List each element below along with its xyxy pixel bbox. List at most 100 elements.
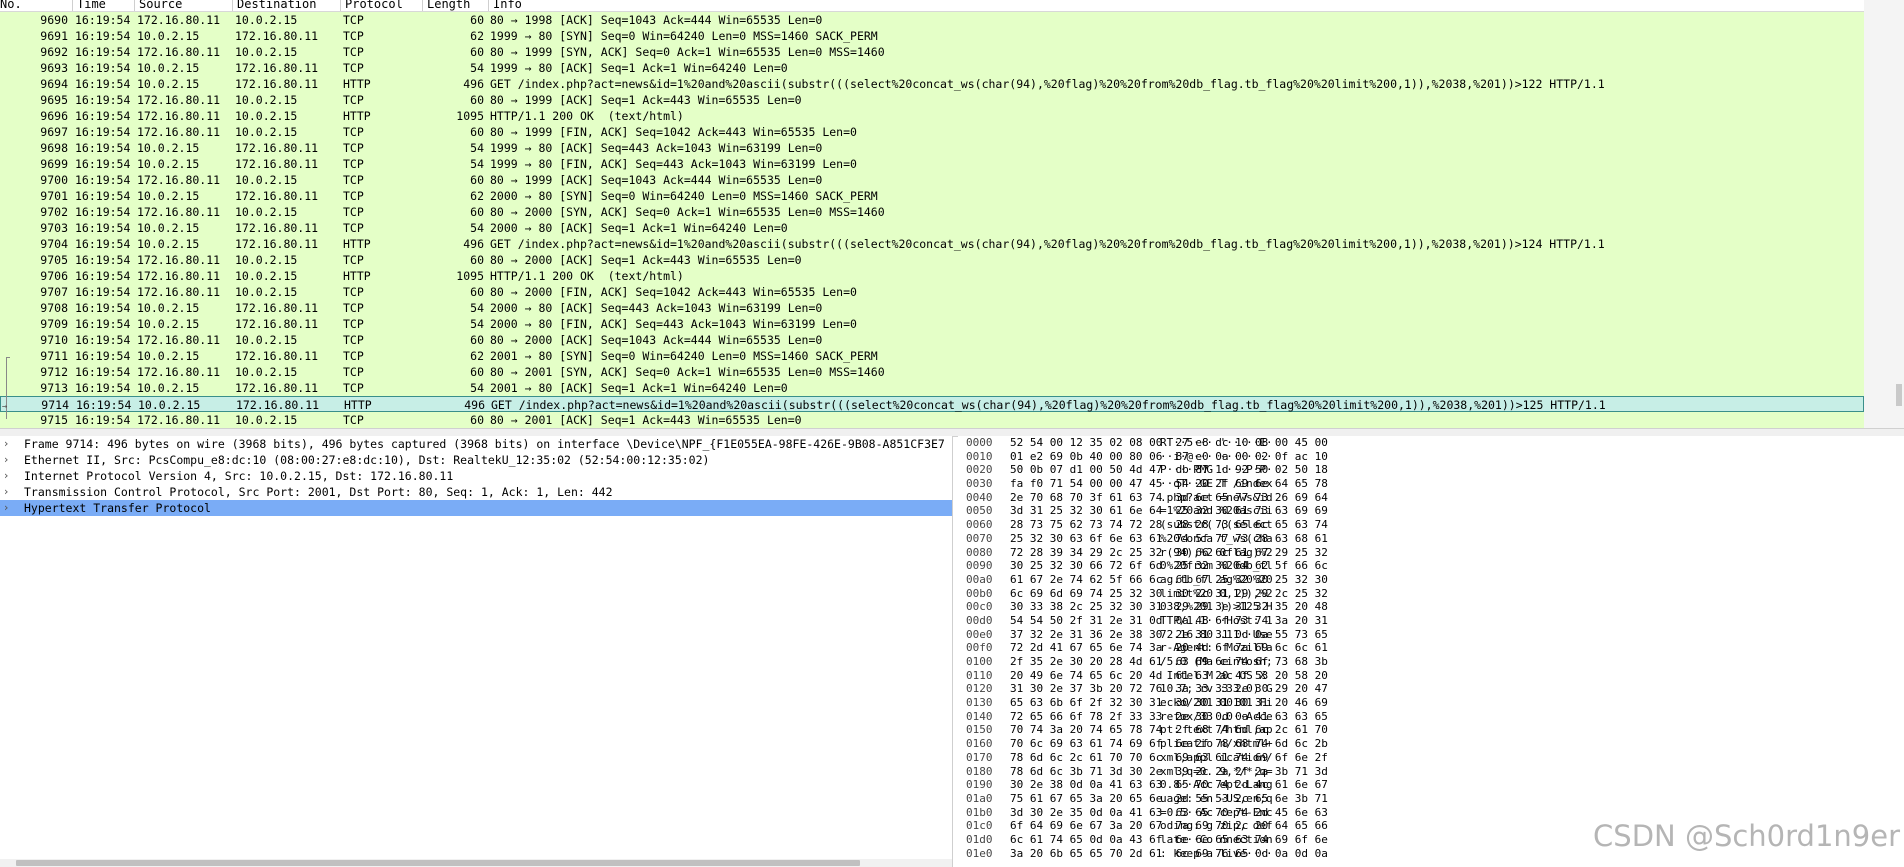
packet-no: 9692: [40, 45, 68, 59]
packet-details-pane[interactable]: › Frame 9714: 496 bytes on wire (3968 bit…: [0, 436, 953, 867]
packet-length: 54: [470, 157, 484, 171]
bytes-row[interactable]: 0050 3d 31 25 32 30 61 6e 64 25 32 30 61 …: [958, 504, 1904, 518]
bytes-row[interactable]: 00e0 37 32 2e 31 36 2e 38 30 2e 31 31 0d …: [958, 628, 1904, 642]
detail-row[interactable]: › Frame 9714: 496 bytes on wire (3968 bit…: [0, 436, 952, 452]
packet-list-pane[interactable]: No. Time Source Destination Protocol Len…: [0, 0, 1904, 428]
chevron-right-icon[interactable]: ›: [4, 452, 16, 468]
packet-length: 54: [470, 301, 484, 315]
packet-row[interactable]: 9701 16:19:54 10.0.2.15 172.16.80.11 TCP 62 20…: [0, 188, 1864, 204]
bytes-row[interactable]: 0030 fa f0 71 54 00 00 47 45 54 20 2f 69 …: [958, 477, 1904, 491]
packet-row[interactable]: 9712 16:19:54 172.16.80.11 10.0.2.15 TCP 60 80…: [0, 364, 1864, 380]
byte-ascii: 10.7; rv :33.0) G: [1160, 682, 1273, 696]
bytes-row[interactable]: 00c0 30 33 38 2c 25 32 30 31 29 29 3e 31 …: [958, 600, 1904, 614]
packet-source: 172.16.80.11: [137, 269, 221, 283]
packet-length: 54: [470, 317, 484, 331]
bytes-row[interactable]: 0040 2e 70 68 70 3f 61 63 74 3d 6e 65 77 …: [958, 491, 1904, 505]
packet-source: 172.16.80.11: [137, 253, 221, 267]
byte-ascii: xml,appl ication/: [1160, 750, 1273, 764]
bytes-row[interactable]: 0070 25 32 30 63 6f 6e 63 61 74 5f 77 73 …: [958, 532, 1904, 546]
bytes-row[interactable]: 0140 72 65 66 6f 78 2f 33 33 2e 30 0d 0a …: [958, 710, 1904, 724]
packet-row[interactable]: 9700 16:19:54 172.16.80.11 10.0.2.15 TCP 60 80…: [0, 172, 1864, 188]
packet-row[interactable]: 9695 16:19:54 172.16.80.11 10.0.2.15 TCP 60 80…: [0, 92, 1864, 108]
packet-row[interactable]: 9698 16:19:54 10.0.2.15 172.16.80.11 TCP 54 19…: [0, 140, 1864, 156]
packet-row[interactable]: 9706 16:19:54 172.16.80.11 10.0.2.15 HTTP 109…: [0, 268, 1864, 284]
packet-protocol: TCP: [343, 61, 364, 75]
chevron-right-icon[interactable]: ›: [4, 500, 16, 516]
packet-row[interactable]: 9710 16:19:54 172.16.80.11 10.0.2.15 TCP 60 80…: [0, 332, 1864, 348]
packet-info: 80 → 2001 [ACK] Seq=1 Ack=443 Win=65535 …: [490, 413, 802, 427]
bytes-row[interactable]: 0060 28 73 75 62 73 74 72 28 28 28 73 65 …: [958, 518, 1904, 532]
packet-row[interactable]: 9713 16:19:54 10.0.2.15 172.16.80.11 TCP 54 20…: [0, 380, 1864, 396]
details-scroll-thumb[interactable]: [16, 860, 860, 866]
bytes-row[interactable]: 0120 31 30 2e 37 3b 20 72 76 3a 33 33 2e …: [958, 682, 1904, 696]
column-destination[interactable]: Destination: [232, 0, 340, 11]
packet-row[interactable]: 9711 16:19:54 10.0.2.15 172.16.80.11 TCP 62 20…: [0, 348, 1864, 364]
packet-row[interactable]: 9691 16:19:54 10.0.2.15 172.16.80.11 TCP 62 19…: [0, 28, 1864, 44]
packet-length: 1095: [456, 269, 484, 283]
chevron-right-icon[interactable]: ›: [4, 484, 16, 500]
packet-row[interactable]: 9704 16:19:54 10.0.2.15 172.16.80.11 HTTP 496…: [0, 236, 1864, 252]
bytes-row[interactable]: 0010 01 e2 69 0b 40 00 80 06 87 e0 0a 00 …: [958, 450, 1904, 464]
packet-info: HTTP/1.1 200 OK (text/html): [490, 269, 684, 283]
packet-time: 16:19:54: [75, 301, 131, 315]
bytes-row[interactable]: 01a0 75 61 67 65 3a 20 65 6e 2d 55 53 2c …: [958, 792, 1904, 806]
bytes-row[interactable]: 0170 78 6d 6c 2c 61 70 70 6c 69 63 61 74 …: [958, 751, 1904, 765]
details-horizontal-scrollbar[interactable]: [0, 859, 952, 867]
packet-row[interactable]: 9699 16:19:54 10.0.2.15 172.16.80.11 TCP 54 19…: [0, 156, 1864, 172]
chevron-right-icon[interactable]: ›: [4, 436, 16, 452]
bytes-row[interactable]: 00f0 72 2d 41 67 65 6e 74 3a 20 4d 6f 7a …: [958, 641, 1904, 655]
bytes-row[interactable]: 0090 30 25 32 30 66 72 6f 6d 25 32 30 64 …: [958, 559, 1904, 573]
packet-row[interactable]: 9696 16:19:54 172.16.80.11 10.0.2.15 HTTP 109…: [0, 108, 1864, 124]
detail-label: Ethernet II, Src: PcsCompu_e8:dc:10 (08:…: [24, 453, 710, 467]
packet-row[interactable]: 9705 16:19:54 172.16.80.11 10.0.2.15 TCP 60 80…: [0, 252, 1864, 268]
column-info[interactable]: Info: [488, 0, 688, 11]
column-no[interactable]: No.: [0, 0, 75, 11]
packet-row[interactable]: 9707 16:19:54 172.16.80.11 10.0.2.15 TCP 60 80…: [0, 284, 1864, 300]
bytes-row[interactable]: 0150 70 74 3a 20 74 65 78 74 2f 68 74 6d …: [958, 723, 1904, 737]
chevron-right-icon[interactable]: ›: [4, 468, 16, 484]
packet-list-scrollbar[interactable]: [1864, 0, 1904, 428]
packet-list-scroll-thumb[interactable]: [1896, 384, 1902, 406]
packet-source: 172.16.80.11: [137, 285, 221, 299]
packet-row[interactable]: 9703 16:19:54 10.0.2.15 172.16.80.11 TCP 54 20…: [0, 220, 1864, 236]
bytes-row[interactable]: 0100 2f 35 2e 30 20 28 4d 61 63 69 6e 74 …: [958, 655, 1904, 669]
column-source[interactable]: Source: [134, 0, 232, 11]
column-time[interactable]: Time: [72, 0, 134, 11]
byte-offset: 01a0: [966, 791, 993, 805]
packet-source: 10.0.2.15: [137, 29, 200, 43]
packet-row[interactable]: 9694 16:19:54 10.0.2.15 172.16.80.11 HTTP 496…: [0, 76, 1864, 92]
bytes-row[interactable]: 00b0 6c 69 6d 69 74 25 32 30 30 2c 31 29 …: [958, 587, 1904, 601]
detail-row-selected[interactable]: › Hypertext Transfer Protocol: [0, 500, 952, 516]
bytes-row[interactable]: 0080 72 28 39 34 29 2c 25 32 30 66 6c 61 …: [958, 546, 1904, 560]
packet-row[interactable]: 9709 16:19:54 10.0.2.15 172.16.80.11 TCP 54 20…: [0, 316, 1864, 332]
packet-row[interactable]: 9692 16:19:54 172.16.80.11 10.0.2.15 TCP 60 80…: [0, 44, 1864, 60]
byte-ascii: ··qT··GE T /index: [1160, 477, 1273, 491]
bytes-row[interactable]: 0110 20 49 6e 74 65 6c 20 4d 61 63 20 4f …: [958, 669, 1904, 683]
detail-row[interactable]: › Internet Protocol Version 4, Src: 10.0.…: [0, 468, 952, 484]
bytes-row[interactable]: 00d0 54 54 50 2f 31 2e 31 0d 0a 48 6f 73 …: [958, 614, 1904, 628]
bytes-row[interactable]: 0000 52 54 00 12 35 02 08 00 27 e8 dc 10 …: [958, 436, 1904, 450]
packet-time: 16:19:54: [75, 61, 131, 75]
detail-row[interactable]: › Ethernet II, Src: PcsCompu_e8:dc:10 (08…: [0, 452, 952, 468]
packet-row[interactable]: 9690 16:19:54 172.16.80.11 10.0.2.15 TCP 60 80…: [0, 12, 1864, 28]
bytes-row[interactable]: 0180 78 6d 6c 3b 71 3d 30 2e 39 2c 2a 2f …: [958, 765, 1904, 779]
packet-bytes-pane[interactable]: 0000 52 54 00 12 35 02 08 00 27 e8 dc 10 …: [958, 436, 1904, 867]
bytes-row[interactable]: 00a0 61 67 2e 74 62 5f 66 6c 61 67 25 32 …: [958, 573, 1904, 587]
detail-row[interactable]: › Transmission Control Protocol, Src Port…: [0, 484, 952, 500]
packet-protocol: TCP: [343, 141, 364, 155]
bytes-row[interactable]: 0190 30 2e 38 0d 0a 41 63 63 65 70 74 2d …: [958, 778, 1904, 792]
packet-row[interactable]: 9708 16:19:54 10.0.2.15 172.16.80.11 TCP 54 20…: [0, 300, 1864, 316]
packet-destination: 172.16.80.11: [235, 317, 319, 331]
bytes-row[interactable]: 0130 65 63 6b 6f 2f 32 30 31 30 30 31 30 …: [958, 696, 1904, 710]
packet-row[interactable]: 9697 16:19:54 172.16.80.11 10.0.2.15 TCP 60 80…: [0, 124, 1864, 140]
bytes-row[interactable]: 01b0 3d 30 2e 35 0d 0a 41 63 63 65 70 74 …: [958, 806, 1904, 820]
bytes-row[interactable]: 0160 70 6c 69 63 61 74 69 6f 6e 2f 78 68 …: [958, 737, 1904, 751]
packet-row[interactable]: 9702 16:19:54 172.16.80.11 10.0.2.15 TCP 60 80…: [0, 204, 1864, 220]
packet-row[interactable]: 9715 16:19:54 172.16.80.11 10.0.2.15 TCP 60 80…: [0, 412, 1864, 428]
bytes-row[interactable]: 0020 50 0b 07 d1 00 50 4d 47 db 87 1d 92 …: [958, 463, 1904, 477]
packet-row[interactable]: 9693 16:19:54 10.0.2.15 172.16.80.11 TCP 54 19…: [0, 60, 1864, 76]
packet-row-selected[interactable]: 9714 16:19:54 10.0.2.15 172.16.80.11 HTTP 496…: [0, 396, 1864, 412]
byte-ascii: P····PMG ····P·P·: [1160, 463, 1273, 477]
column-length[interactable]: Length: [422, 0, 488, 11]
column-protocol[interactable]: Protocol: [340, 0, 422, 11]
